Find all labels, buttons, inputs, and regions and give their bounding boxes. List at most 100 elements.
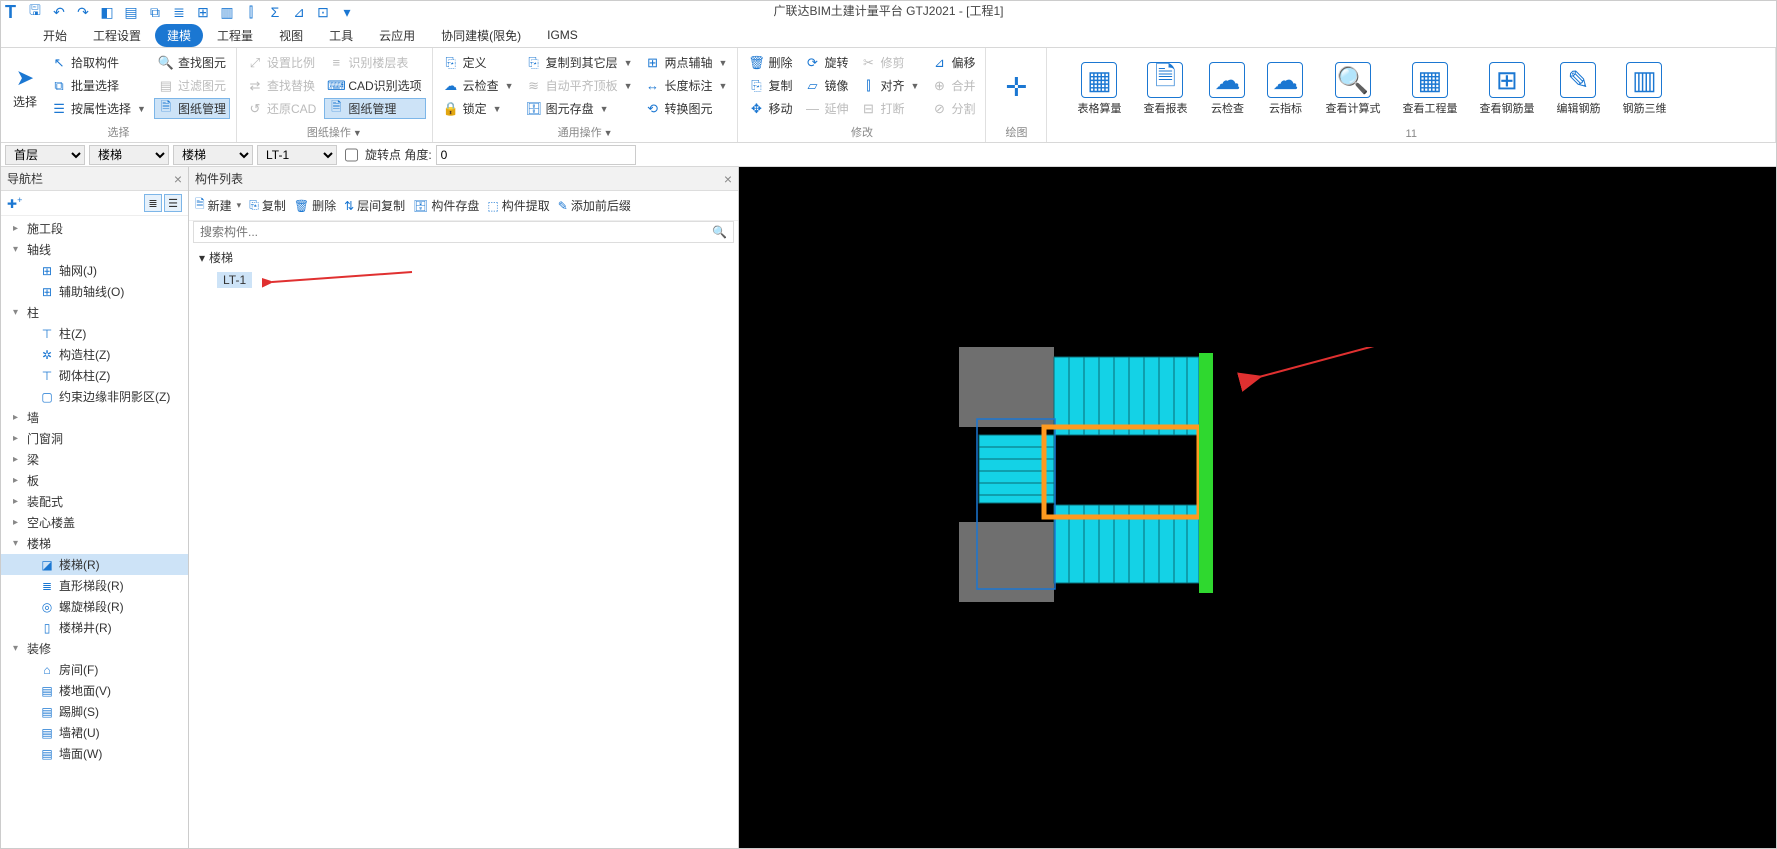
ribbon-button[interactable]: 🗄图元存盘▼ <box>522 98 637 119</box>
ribbon-button[interactable]: ☰按属性选择▼ <box>47 98 150 119</box>
ribbon-button[interactable]: 🗎图纸管理 <box>154 98 230 119</box>
nav-item[interactable]: ▤楼地面(V) <box>1 680 188 701</box>
close-icon[interactable]: × <box>724 171 732 187</box>
nav-item[interactable]: ◪楼梯(R) <box>1 554 188 575</box>
comp-tree-root[interactable]: ▾ 楼梯 <box>195 247 732 268</box>
ribbon-button[interactable]: ⟲转换图元 <box>641 98 732 119</box>
menu-tab[interactable]: 协同建模(限免) <box>429 24 533 47</box>
ribbon-button[interactable]: ⌨CAD识别选项 <box>324 75 425 96</box>
point-draw-icon[interactable]: ✛ <box>998 69 1034 105</box>
ribbon-button[interactable]: 🗑删除 <box>744 52 796 73</box>
review-button[interactable]: ☁云指标 <box>1261 52 1309 126</box>
nav-group[interactable]: ▸装配式 <box>1 491 188 512</box>
search-icon[interactable]: 🔍 <box>706 225 733 239</box>
complist-toolbar-button[interactable]: 🗄构件存盘 <box>413 197 479 214</box>
ribbon-button[interactable]: 🔒锁定▼ <box>439 98 518 119</box>
menu-tab[interactable]: 工程量 <box>205 24 265 47</box>
qat-icon[interactable]: ⊡ <box>314 3 332 21</box>
ribbon-button[interactable]: 🔍查找图元 <box>154 52 230 73</box>
rotation-checkbox[interactable] <box>345 145 358 165</box>
nav-group[interactable]: ▾轴线 <box>1 239 188 260</box>
complist-toolbar-button[interactable]: ⎘复制 <box>249 197 286 214</box>
nav-item[interactable]: ⌂房间(F) <box>1 659 188 680</box>
review-button[interactable]: ☁云检查 <box>1203 52 1251 126</box>
nav-item[interactable]: ⊤砌体柱(Z) <box>1 365 188 386</box>
menu-tab[interactable]: IGMS <box>535 25 590 45</box>
nav-item[interactable]: ▤墙面(W) <box>1 743 188 764</box>
menu-tab[interactable]: 云应用 <box>367 24 427 47</box>
qat-icon[interactable]: ⊞ <box>194 3 212 21</box>
nav-group[interactable]: ▸梁 <box>1 449 188 470</box>
nav-item[interactable]: ▢约束边缘非阴影区(Z) <box>1 386 188 407</box>
rotation-input[interactable] <box>436 145 636 165</box>
view-tree-icon[interactable]: ☰ <box>164 194 182 212</box>
ribbon-button[interactable]: ⎘复制 <box>744 75 796 96</box>
qat-redo-icon[interactable]: ↷ <box>74 3 92 21</box>
nav-group[interactable]: ▾柱 <box>1 302 188 323</box>
ribbon-button[interactable]: ⫿对齐▼ <box>857 75 924 96</box>
category2-select[interactable]: 楼梯 <box>173 145 253 165</box>
nav-item[interactable]: ✲构造柱(Z) <box>1 344 188 365</box>
ribbon-button[interactable]: ☁云检查▼ <box>439 75 518 96</box>
nav-item[interactable]: ▤墙裙(U) <box>1 722 188 743</box>
complist-toolbar-button[interactable]: ⬚构件提取 <box>487 197 549 214</box>
menu-tab[interactable]: 视图 <box>267 24 315 47</box>
nav-item[interactable]: ▯楼梯井(R) <box>1 617 188 638</box>
review-button[interactable]: ⊞查看钢筋量 <box>1473 52 1540 126</box>
add-icon[interactable]: ✚+ <box>7 195 22 211</box>
review-button[interactable]: 🗎查看报表 <box>1137 52 1193 126</box>
qat-icon[interactable]: ▤ <box>122 3 140 21</box>
model-canvas[interactable] <box>739 167 1776 848</box>
qat-dropdown-icon[interactable]: ▾ <box>338 3 356 21</box>
nav-item[interactable]: ≣直形梯段(R) <box>1 575 188 596</box>
complist-toolbar-button[interactable]: ✎添加前后缀 <box>558 197 631 214</box>
nav-item[interactable]: ⊞轴网(J) <box>1 260 188 281</box>
nav-group[interactable]: ▸门窗洞 <box>1 428 188 449</box>
instance-select[interactable]: LT-1 <box>257 145 337 165</box>
complist-toolbar-button[interactable]: 🗎新建▾ <box>195 195 241 216</box>
qat-icon[interactable]: ≣ <box>170 3 188 21</box>
ribbon-button[interactable]: ⊿偏移 <box>927 52 979 73</box>
comp-tree-item[interactable]: LT-1 <box>217 272 252 288</box>
complist-toolbar-button[interactable]: ⇅层间复制 <box>344 197 405 214</box>
nav-item[interactable]: ▤踢脚(S) <box>1 701 188 722</box>
complist-toolbar-button[interactable]: 🗑删除 <box>294 197 336 214</box>
ribbon-button[interactable]: ▱镜像 <box>800 75 852 96</box>
ribbon-button[interactable]: ⧉批量选择 <box>47 75 150 96</box>
review-button[interactable]: ▥钢筋三维 <box>1616 52 1672 126</box>
review-button[interactable]: ▦查看工程量 <box>1396 52 1463 126</box>
search-input[interactable] <box>194 222 706 242</box>
menu-tab[interactable]: 建模 <box>155 24 203 47</box>
ribbon-button[interactable]: 🗎图纸管理 <box>324 98 425 119</box>
ribbon-button[interactable]: ↔长度标注▼ <box>641 75 732 96</box>
nav-group[interactable]: ▸空心楼盖 <box>1 512 188 533</box>
qat-icon[interactable]: ◧ <box>98 3 116 21</box>
category1-select[interactable]: 楼梯 <box>89 145 169 165</box>
ribbon-button[interactable]: ↖拾取构件 <box>47 52 150 73</box>
qat-save-icon[interactable]: 🖫 <box>26 3 44 21</box>
menu-tab[interactable]: 工程设置 <box>81 24 153 47</box>
ribbon-button[interactable]: ⎘复制到其它层▼ <box>522 52 637 73</box>
nav-item[interactable]: ⊞辅助轴线(O) <box>1 281 188 302</box>
ribbon-button[interactable]: ✥移动 <box>744 98 796 119</box>
review-button[interactable]: ▦表格算量 <box>1071 52 1127 126</box>
review-button[interactable]: ✎编辑钢筋 <box>1550 52 1606 126</box>
menu-tab[interactable]: 工具 <box>317 24 365 47</box>
nav-group[interactable]: ▸墙 <box>1 407 188 428</box>
nav-item[interactable]: ⊤柱(Z) <box>1 323 188 344</box>
qat-icon[interactable]: Σ <box>266 3 284 21</box>
qat-icon[interactable]: ▥ <box>218 3 236 21</box>
review-button[interactable]: 🔍查看计算式 <box>1319 52 1386 126</box>
floor-select[interactable]: 首层 <box>5 145 85 165</box>
ribbon-button[interactable]: ⊞两点辅轴▼ <box>641 52 732 73</box>
nav-group[interactable]: ▾装修 <box>1 638 188 659</box>
qat-icon[interactable]: ⫿ <box>242 3 260 21</box>
nav-group[interactable]: ▾楼梯 <box>1 533 188 554</box>
nav-item[interactable]: ◎螺旋梯段(R) <box>1 596 188 617</box>
qat-icon[interactable]: ⊿ <box>290 3 308 21</box>
view-list-icon[interactable]: ≣ <box>144 194 162 212</box>
close-icon[interactable]: × <box>174 171 182 187</box>
nav-group[interactable]: ▸施工段 <box>1 218 188 239</box>
qat-undo-icon[interactable]: ↶ <box>50 3 68 21</box>
menu-tab[interactable]: 开始 <box>31 24 79 47</box>
